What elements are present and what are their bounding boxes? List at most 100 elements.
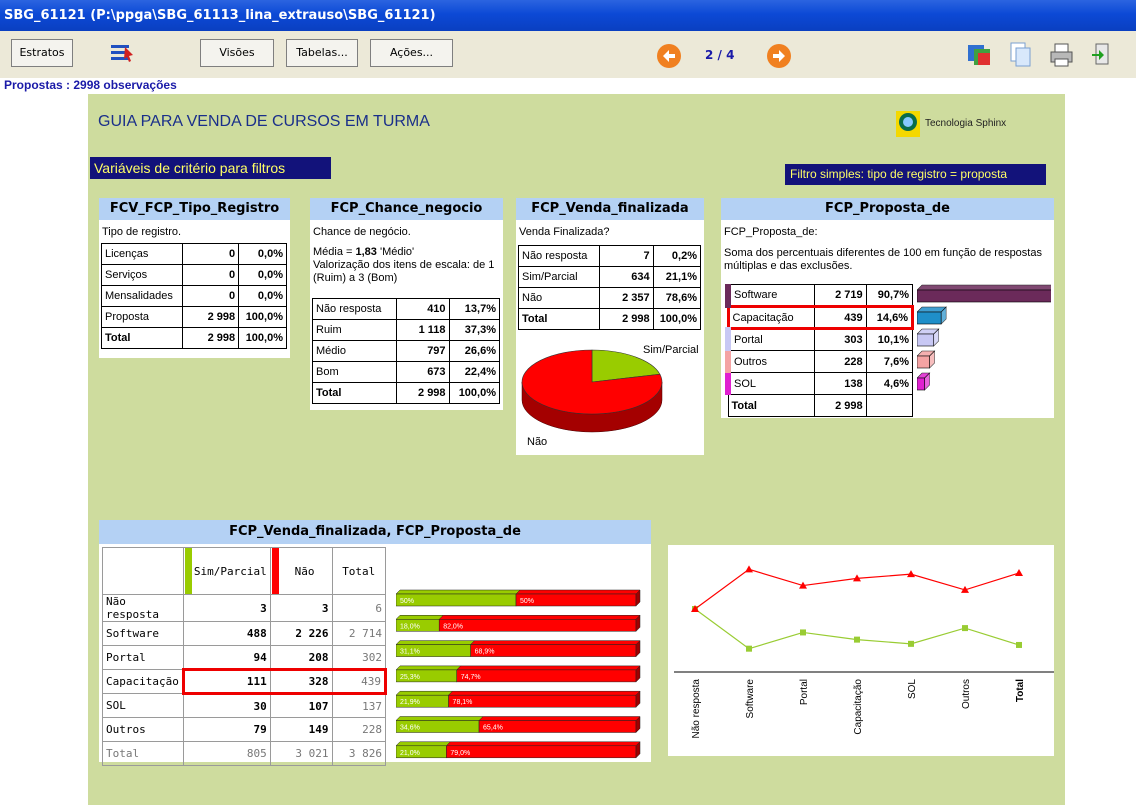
percent-cell: 0,0% — [238, 285, 287, 307]
bar — [917, 355, 930, 369]
count-cell: 0 — [181, 285, 240, 307]
panel-question: Tipo de registro. — [102, 226, 182, 238]
bar — [917, 377, 925, 391]
visoes-button[interactable]: Visões — [200, 39, 274, 67]
frequency-table: Licenças 0 0,0% Serviços 0 0,0% Mensalidades 0 0… — [101, 243, 287, 349]
count-cell: 2 998 — [396, 382, 450, 404]
table-row: Total 805 3 021 3 826 — [102, 741, 387, 766]
export-image-icon[interactable] — [966, 41, 994, 69]
copy-icon[interactable] — [1008, 41, 1034, 69]
mean-line: Média = 1,83 'Médio' — [313, 246, 415, 258]
panel-header: FCV_FCP_Tipo_Registro — [99, 198, 290, 220]
count-cell: 1 118 — [396, 319, 450, 341]
pie-chart — [521, 349, 663, 433]
table-row: Não 2 357 78,6% — [517, 287, 702, 309]
previous-page-icon[interactable] — [656, 43, 682, 69]
strata-config-icon[interactable] — [109, 43, 135, 65]
row-label: Outros — [725, 350, 816, 373]
next-page-icon[interactable] — [766, 43, 792, 69]
bar-top — [438, 615, 641, 620]
count-cell: 138 — [814, 372, 867, 395]
panel-header: FCP_Venda_finalizada, FCP_Proposta_de — [99, 520, 651, 544]
bar-label: 21,9% — [400, 699, 420, 706]
exit-icon[interactable] — [1090, 41, 1114, 69]
bar-label: 79,0% — [450, 750, 470, 757]
bar-label: 74,7% — [461, 674, 481, 681]
percent-cell: 14,6% — [865, 305, 915, 330]
row-label: Proposta — [101, 306, 183, 328]
series-line — [694, 608, 1020, 650]
table-row: Não resposta 3 3 6 — [102, 594, 387, 622]
row-label: Total — [101, 327, 183, 349]
row-label: Bom — [311, 361, 398, 383]
panel-proposta-de: FCP_Proposta_de FCP_Proposta_de: Soma do… — [721, 198, 1054, 418]
value-cell: 2 714 — [331, 621, 387, 646]
bar-label: 50% — [520, 598, 534, 605]
table-row: Não resposta 7 0,2% — [517, 245, 702, 267]
panel-note: Soma dos percentuais diferentes de 100 e… — [724, 247, 1042, 272]
brand-label: Tecnologia Sphinx — [925, 118, 1007, 129]
row-label: Software — [102, 621, 184, 646]
table-row: Capacitação 439 14,6% — [726, 305, 915, 330]
horizontal-bar-chart — [917, 284, 1051, 391]
row-label: Total — [102, 741, 184, 766]
count-cell: 303 — [814, 328, 867, 351]
bar-segment — [446, 745, 637, 759]
col-total-header: Total — [331, 547, 387, 595]
value-cell: 208 — [269, 645, 333, 670]
table-row: Total 2 998 100,0% — [311, 382, 501, 404]
row-label: SOL — [725, 372, 816, 395]
bar-top — [447, 690, 641, 696]
row-label: Outros — [102, 717, 184, 742]
bar-top — [396, 640, 476, 645]
value-cell: 3 — [269, 594, 333, 622]
table-row: Software 2 719 90,7% — [725, 284, 914, 307]
window-title: SBG_61121 (P:\ppga\SBG_61113_lina_extrau… — [0, 0, 1136, 31]
row-label: Não resposta — [311, 298, 398, 320]
count-cell: 2 998 — [814, 394, 867, 417]
bar-top — [396, 741, 452, 747]
acoes-button[interactable]: Ações... — [370, 39, 453, 67]
table-row: Portal 303 10,1% — [725, 328, 914, 351]
bar-top — [445, 741, 641, 747]
table-row: Licenças 0 0,0% — [101, 243, 287, 265]
count-cell: 2 998 — [181, 327, 240, 349]
tabelas-button[interactable]: Tabelas... — [286, 39, 358, 67]
count-cell: 410 — [396, 298, 450, 320]
data-point — [962, 625, 968, 632]
row-label: Ruim — [311, 319, 398, 341]
bar-label: 68,9% — [475, 649, 495, 656]
count-cell: 228 — [814, 350, 867, 373]
value-cell: 488 — [182, 621, 271, 646]
table-row: Total 2 998 100,0% — [517, 308, 702, 330]
value-cell: 228 — [331, 717, 387, 742]
percent-cell: 10,1% — [865, 328, 914, 351]
panel-venda-finalizada: FCP_Venda_finalizada Venda Finalizada? N… — [516, 198, 704, 455]
bar — [917, 289, 1051, 303]
table-row: Capacitação 111 328 439 — [102, 668, 388, 695]
bar-top — [917, 284, 1051, 291]
bar-top — [396, 615, 444, 620]
bar-label: 34,6% — [400, 725, 420, 732]
panel-crosstab: FCP_Venda_finalizada, FCP_Proposta_de Si… — [99, 520, 651, 766]
percent-cell: 22,4% — [448, 361, 501, 383]
panel-header: FCP_Proposta_de — [721, 198, 1054, 220]
row-label: Software — [725, 284, 816, 307]
percent-cell: 0,0% — [238, 264, 287, 286]
bar-top — [515, 589, 641, 595]
estratos-button[interactable]: Estratos — [11, 39, 73, 67]
line-chart-panel: Não resposta Software Portal Capacitação SOL… — [668, 545, 1054, 756]
page-indicator: 2 / 4 — [705, 48, 735, 62]
count-cell: 7 — [599, 245, 654, 267]
row-label: Capacitação — [726, 305, 816, 330]
criteria-banner: Variáveis de critério para filtros — [90, 157, 331, 179]
value-cell: 2 226 — [269, 621, 333, 646]
print-icon[interactable] — [1048, 41, 1076, 69]
bar-segment — [456, 669, 637, 683]
scale-note: Valorização dos itens de escala: de 1 (R… — [313, 259, 495, 284]
percent-cell: 0,0% — [238, 243, 287, 265]
percent-cell: 21,1% — [652, 266, 702, 288]
count-cell: 2 998 — [599, 308, 654, 330]
value-cell: 302 — [331, 645, 387, 670]
table-row: Mensalidades 0 0,0% — [101, 285, 287, 307]
